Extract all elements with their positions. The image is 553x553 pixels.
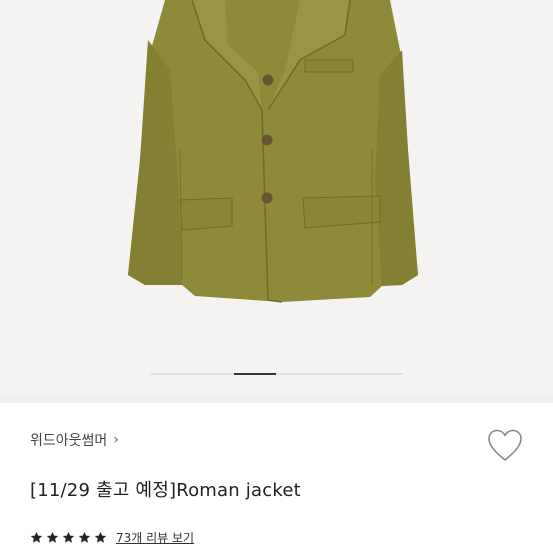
brand-link[interactable]: 위드아웃썸머 › (30, 430, 119, 450)
rating-row: 73개 리뷰 보기 (30, 529, 194, 546)
star-icon (62, 531, 75, 543)
rating-stars (30, 531, 110, 544)
chevron-right-icon: › (113, 432, 119, 448)
review-link[interactable]: 73개 리뷰 보기 (116, 529, 194, 546)
star-icon (78, 531, 91, 543)
star-icon (94, 531, 107, 543)
star-icon (30, 531, 43, 543)
image-indicator (150, 373, 403, 375)
star-icon (46, 531, 59, 543)
like-button[interactable] (486, 428, 524, 464)
product-image (128, 0, 418, 303)
image-indicator-active (234, 373, 276, 375)
section-divider (0, 395, 553, 403)
product-title: [11/29 출고 예정]Roman jacket (30, 480, 301, 501)
product-image-gallery[interactable] (0, 0, 553, 395)
brand-name: 위드아웃썸머 (30, 433, 108, 449)
heart-outline-icon (488, 429, 522, 461)
